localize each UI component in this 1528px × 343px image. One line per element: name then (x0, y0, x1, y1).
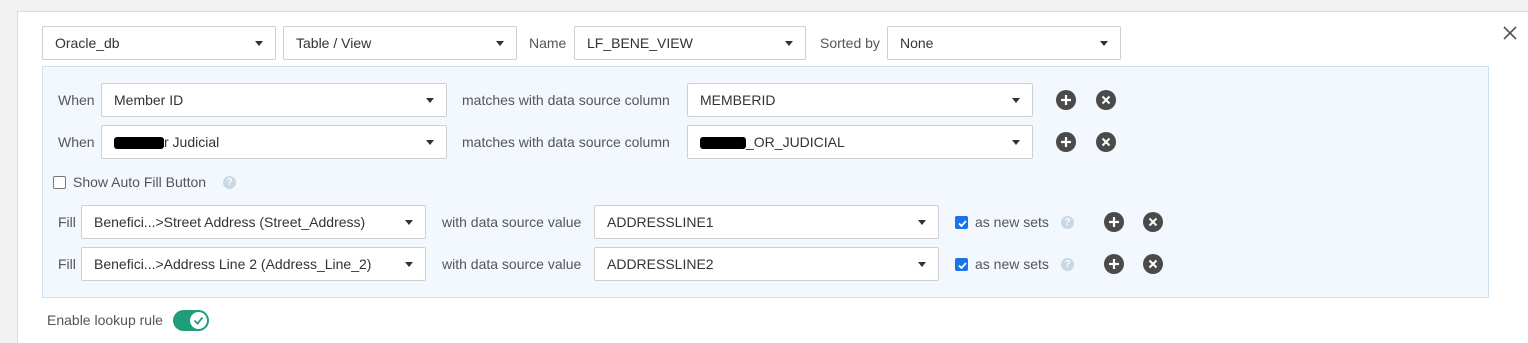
check-icon (958, 220, 967, 228)
when-column-value: _OR_JUDICIAL (746, 134, 845, 150)
matches-label: matches with data source column (462, 92, 670, 108)
source-type-select[interactable]: Table / View (283, 26, 517, 60)
when-label: When (58, 92, 95, 108)
toggle-knob (190, 312, 207, 329)
datasource-select[interactable]: Oracle_db (42, 26, 276, 60)
new-sets-label: as new sets (975, 214, 1049, 230)
help-icon[interactable]: ? (223, 176, 236, 189)
when-field-value: Member ID (114, 92, 184, 108)
when-column-select[interactable]: MEMBERID (687, 83, 1033, 117)
plus-icon[interactable] (1104, 254, 1124, 274)
when-label: When (58, 134, 95, 150)
remove-icon[interactable] (1096, 132, 1116, 152)
fill-value-value: ADDRESSLINE1 (607, 214, 714, 230)
check-icon (193, 316, 204, 325)
when-column-select[interactable]: _OR_JUDICIAL (687, 125, 1033, 159)
fill-field-value: Benefici...>Street Address (Street_Addre… (94, 214, 366, 230)
new-sets-checkbox[interactable] (955, 258, 968, 271)
source-type-value: Table / View (296, 35, 372, 51)
sorted-by-value: None (900, 35, 934, 51)
name-label: Name (529, 35, 567, 51)
help-icon[interactable]: ? (1061, 258, 1074, 271)
name-select[interactable]: LF_BENE_VIEW (574, 26, 806, 60)
autofill-checkbox[interactable] (53, 176, 66, 189)
fill-field-value: Benefici...>Address Line 2 (Address_Line… (94, 256, 372, 272)
when-field-select[interactable]: r Judicial (101, 125, 447, 159)
chevron-down-icon (1100, 41, 1108, 46)
fill-value-select[interactable]: ADDRESSLINE2 (594, 247, 939, 281)
redacted-mark (700, 137, 746, 150)
fill-label: Fill (58, 214, 76, 230)
chevron-down-icon (255, 41, 263, 46)
fill-label: Fill (58, 256, 76, 272)
close-icon[interactable] (1501, 24, 1519, 42)
sorted-by-select[interactable]: None (887, 26, 1121, 60)
fill-field-select[interactable]: Benefici...>Street Address (Street_Addre… (81, 205, 426, 239)
when-field-select[interactable]: Member ID (101, 83, 447, 117)
chevron-down-icon (918, 262, 926, 267)
when-column-value: MEMBERID (700, 92, 776, 108)
chevron-down-icon (918, 220, 926, 225)
check-icon (958, 262, 967, 270)
with-value-label: with data source value (442, 256, 582, 272)
chevron-down-icon (405, 220, 413, 225)
enable-lookup-label: Enable lookup rule (47, 312, 163, 328)
chevron-down-icon (1012, 98, 1020, 103)
plus-icon[interactable] (1056, 90, 1076, 110)
chevron-down-icon (1012, 140, 1020, 145)
chevron-down-icon (426, 140, 434, 145)
fill-value-value: ADDRESSLINE2 (607, 256, 714, 272)
new-sets-checkbox[interactable] (955, 216, 968, 229)
chevron-down-icon (405, 262, 413, 267)
remove-icon[interactable] (1143, 212, 1163, 232)
chevron-down-icon (785, 41, 793, 46)
autofill-label: Show Auto Fill Button (73, 174, 207, 190)
remove-icon[interactable] (1096, 90, 1116, 110)
datasource-value: Oracle_db (55, 35, 120, 51)
when-field-value: r Judicial (164, 134, 220, 150)
plus-icon[interactable] (1056, 132, 1076, 152)
name-value: LF_BENE_VIEW (587, 35, 693, 51)
matches-label: matches with data source column (462, 134, 670, 150)
fill-value-select[interactable]: ADDRESSLINE1 (594, 205, 939, 239)
redacted-mark (114, 137, 164, 150)
chevron-down-icon (496, 41, 504, 46)
remove-icon[interactable] (1143, 254, 1163, 274)
sorted-by-label: Sorted by (820, 35, 880, 51)
help-icon[interactable]: ? (1061, 216, 1074, 229)
enable-lookup-toggle[interactable] (173, 310, 209, 331)
new-sets-label: as new sets (975, 256, 1049, 272)
with-value-label: with data source value (442, 214, 582, 230)
fill-field-select[interactable]: Benefici...>Address Line 2 (Address_Line… (81, 247, 426, 281)
chevron-down-icon (426, 98, 434, 103)
plus-icon[interactable] (1104, 212, 1124, 232)
